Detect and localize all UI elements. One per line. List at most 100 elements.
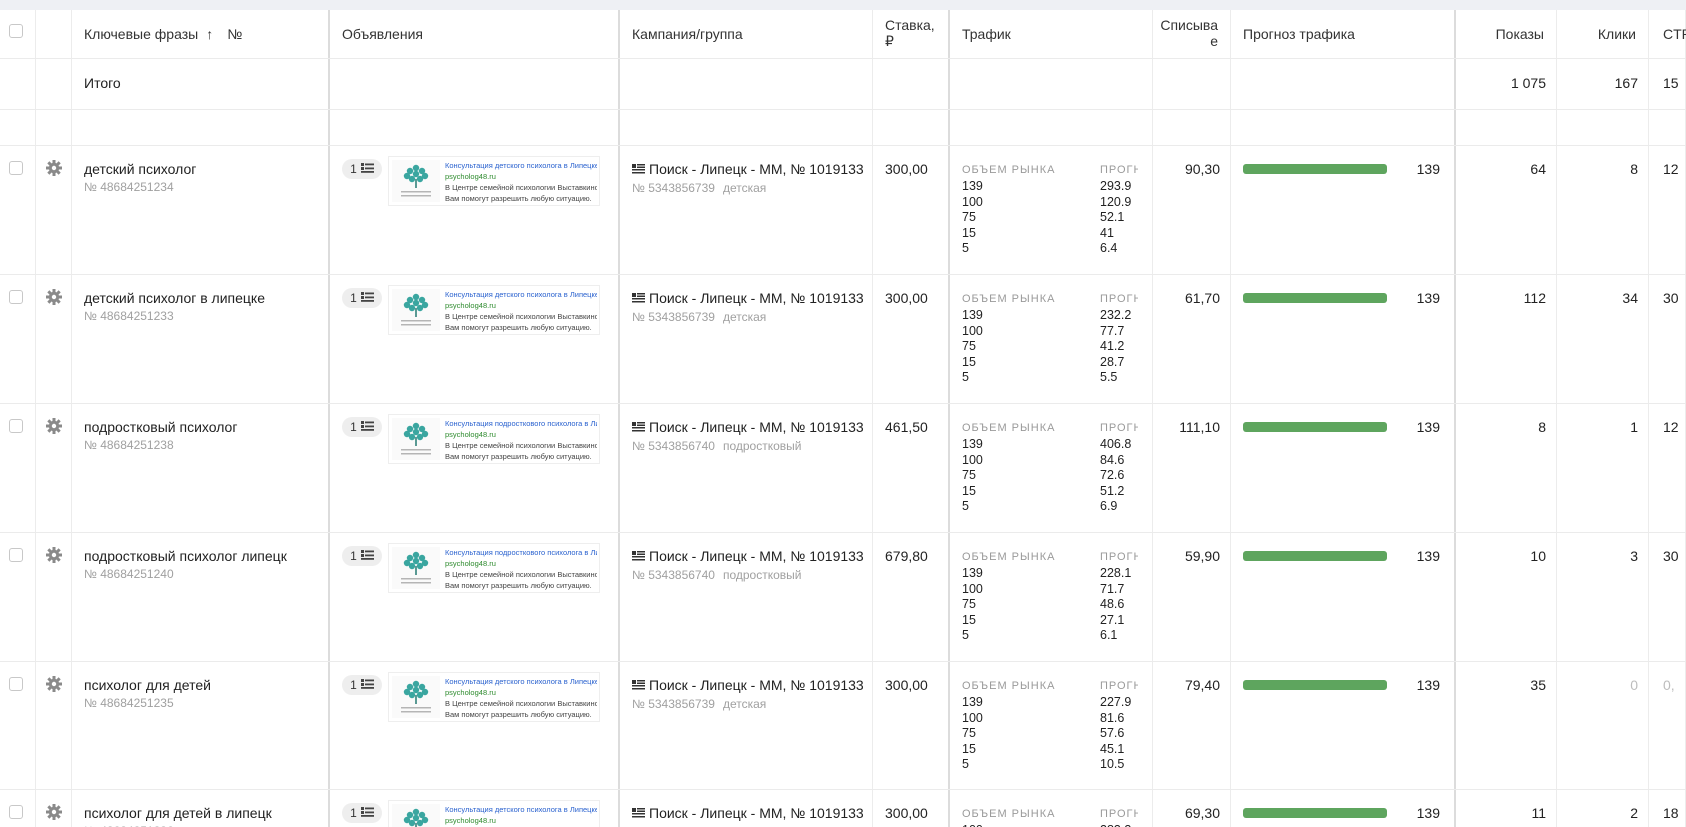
row-settings-button[interactable] bbox=[45, 417, 63, 435]
forecast-label: ПРОГНОЗ bbox=[1100, 293, 1138, 305]
ad-url: psycholog48.ru bbox=[445, 688, 496, 697]
forecast-label: ПРОГНОЗ bbox=[1100, 164, 1138, 176]
ad-count-badge[interactable]: 1 bbox=[342, 417, 382, 437]
market-volume-label: ОБЪЕМ РЫНКА bbox=[962, 164, 1056, 176]
group-info[interactable]: № 5343856740 подростковый bbox=[632, 568, 801, 582]
header-charge[interactable]: Списывае bbox=[1156, 17, 1218, 49]
bid-value[interactable]: 300,00 bbox=[885, 289, 928, 308]
cell-bid: 300,00 bbox=[873, 146, 950, 274]
ad-preview[interactable]: Консультация детского психолога в Липецк… bbox=[388, 285, 600, 335]
ad-list-icon-wrap bbox=[360, 289, 374, 309]
group-info[interactable]: № 5343856739 детская bbox=[632, 310, 766, 324]
ad-url: psycholog48.ru bbox=[445, 172, 496, 181]
keyword-phrase[interactable]: подростковый психолог липецк № 4868425124… bbox=[84, 547, 322, 582]
ad-count-badge[interactable]: 1 bbox=[342, 546, 382, 566]
cell-cb bbox=[0, 404, 36, 532]
row-checkbox[interactable] bbox=[9, 677, 23, 691]
cell-ads bbox=[330, 110, 620, 145]
keyword-phrase[interactable]: психолог для детей в липецк № 48684251236 bbox=[84, 804, 322, 827]
traffic-values: 228.1 71.7 48.6 27.1 6.1 bbox=[1100, 566, 1132, 642]
ad-url: psycholog48.ru bbox=[445, 301, 496, 310]
cell-ch: 111,10 bbox=[1153, 404, 1231, 532]
ad-tree-logo-icon bbox=[401, 551, 431, 584]
header-clicks[interactable]: Клики bbox=[1598, 26, 1636, 42]
ad-preview[interactable]: Консультация детского психолога в Липецк… bbox=[388, 800, 600, 827]
cell-fc: 139 bbox=[1231, 404, 1456, 532]
row-settings-button[interactable] bbox=[45, 546, 63, 564]
header-bid[interactable]: Ставка, ₽ bbox=[885, 17, 937, 49]
campaign-link[interactable]: Поиск - Липецк - ММ, № 1019133 bbox=[632, 804, 870, 824]
cell-ads: 1 Консультация детского психолога в Липец… bbox=[330, 146, 620, 274]
group-info[interactable]: № 5343856740 подростковый bbox=[632, 439, 801, 453]
group-info[interactable]: № 5343856739 детская bbox=[632, 181, 766, 195]
select-all-checkbox[interactable] bbox=[9, 24, 23, 38]
ad-list-icon-wrap bbox=[360, 547, 374, 567]
campaign-link[interactable]: Поиск - Липецк - ММ, № 1019133 bbox=[632, 547, 870, 567]
keyword-phrase[interactable]: подростковый психолог № 48684251238 bbox=[84, 418, 322, 453]
header-campaign[interactable]: Кампания/группа bbox=[632, 26, 743, 42]
forecast-value: 139 bbox=[1416, 805, 1440, 821]
ad-count-badge[interactable]: 1 bbox=[342, 288, 382, 308]
forecast-bar bbox=[1243, 422, 1387, 432]
bid-value[interactable]: 679,80 bbox=[885, 547, 928, 566]
sort-ascending-icon[interactable]: ↑ bbox=[206, 26, 213, 42]
group-id: № 5343856740 bbox=[632, 568, 715, 582]
cell-ads: 1 Консультация подросткового психолога в … bbox=[330, 404, 620, 532]
bid-value[interactable]: 300,00 bbox=[885, 676, 928, 695]
ad-preview[interactable]: Консультация детского психолога в Липецк… bbox=[388, 156, 600, 206]
cell-gear bbox=[36, 110, 72, 145]
header-keywords[interactable]: Ключевые фразы ↑ № bbox=[84, 26, 242, 42]
ad-count-badge[interactable]: 1 bbox=[342, 159, 382, 179]
bid-value[interactable]: 300,00 bbox=[885, 804, 928, 823]
header-impressions[interactable]: Показы bbox=[1496, 26, 1544, 42]
ad-count-badge[interactable]: 1 bbox=[342, 803, 382, 823]
keyword-phrase[interactable]: психолог для детей № 48684251235 bbox=[84, 676, 322, 711]
total-clicks: 167 bbox=[1614, 75, 1638, 91]
row-settings-button[interactable] bbox=[45, 288, 63, 306]
group-info[interactable]: № 5343856739 детская bbox=[632, 697, 766, 711]
ad-title: Консультация детского психолога в Липецк… bbox=[445, 677, 597, 686]
cell-ch: 59,90 bbox=[1153, 533, 1231, 661]
cell-kw bbox=[72, 110, 330, 145]
cell-ctr: CTR bbox=[1649, 10, 1686, 58]
clicks-value: 34 bbox=[1622, 290, 1638, 306]
bid-value[interactable]: 300,00 bbox=[885, 160, 928, 179]
cell-ads: 1 Консультация детского психолога в Липец… bbox=[330, 662, 620, 789]
ad-text: Консультация детского психолога в Липецк… bbox=[445, 676, 597, 720]
bid-value[interactable]: 461,50 bbox=[885, 418, 928, 437]
row-settings-button[interactable] bbox=[45, 803, 63, 821]
campaign-link[interactable]: Поиск - Липецк - ММ, № 1019133 bbox=[632, 289, 870, 309]
clicks-value: 2 bbox=[1630, 805, 1638, 821]
row-checkbox[interactable] bbox=[9, 419, 23, 433]
impressions-value: 35 bbox=[1530, 677, 1546, 693]
header-forecast[interactable]: Прогноз трафика bbox=[1243, 26, 1355, 42]
traffic-levels: 139 100 75 15 5 bbox=[962, 437, 983, 513]
ad-text: Консультация детского психолога в Липецк… bbox=[445, 804, 597, 827]
ad-preview[interactable]: Консультация подросткового психолога в Л… bbox=[388, 414, 600, 464]
keyword-row: психолог для детей № 48684251235 1 Консульт… bbox=[0, 662, 1686, 790]
ad-count-badge[interactable]: 1 bbox=[342, 675, 382, 695]
cell-ads: 1 Консультация детского психолога в Липец… bbox=[330, 275, 620, 403]
ad-preview[interactable]: Консультация подросткового психолога в Л… bbox=[388, 543, 600, 593]
campaign-icon-wrap bbox=[632, 419, 645, 438]
row-checkbox[interactable] bbox=[9, 290, 23, 304]
header-traffic[interactable]: Трафик bbox=[962, 26, 1011, 42]
campaign-link[interactable]: Поиск - Липецк - ММ, № 1019133 bbox=[632, 160, 870, 180]
header-ctr[interactable]: CTR bbox=[1663, 26, 1686, 42]
row-settings-button[interactable] bbox=[45, 159, 63, 177]
row-checkbox[interactable] bbox=[9, 548, 23, 562]
header-ads[interactable]: Объявления bbox=[342, 26, 423, 42]
campaign-link[interactable]: Поиск - Липецк - ММ, № 1019133 bbox=[632, 418, 870, 438]
keyword-id: № 48684251236 bbox=[84, 823, 322, 827]
ad-tree-logo-icon bbox=[401, 164, 431, 197]
row-checkbox[interactable] bbox=[9, 805, 23, 819]
ad-preview[interactable]: Консультация детского психолога в Липецк… bbox=[388, 672, 600, 722]
row-checkbox[interactable] bbox=[9, 161, 23, 175]
row-settings-button[interactable] bbox=[45, 675, 63, 693]
keyword-phrase[interactable]: детский психолог в липецке № 48684251233 bbox=[84, 289, 322, 324]
cell-gear bbox=[36, 662, 72, 789]
ad-body-line1: В Центре семейной психологии Выставкиной bbox=[445, 183, 597, 192]
campaign-link[interactable]: Поиск - Липецк - ММ, № 1019133 bbox=[632, 676, 870, 696]
cell-camp: Поиск - Липецк - ММ, № 1019133 № 53438567… bbox=[620, 662, 873, 789]
keyword-phrase[interactable]: детский психолог № 48684251234 bbox=[84, 160, 322, 195]
